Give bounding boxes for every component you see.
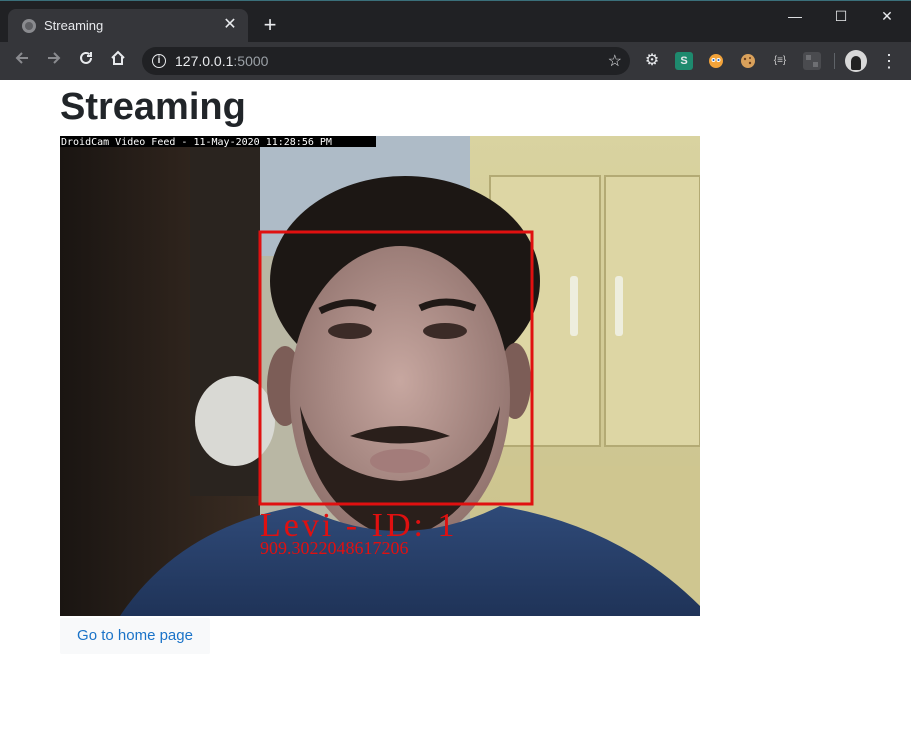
arrow-left-icon [15,52,28,64]
forward-button[interactable] [40,47,68,75]
tab-streaming[interactable]: Streaming ✕ [8,9,248,43]
detection-score-label: 909.3022048617206 [260,538,409,558]
url-host: 127.0.0.1 [175,53,234,69]
gear-extension-icon[interactable]: ⚙ [643,52,661,70]
video-stream: DroidCam Video Feed - 11-May-2020 11:28:… [60,136,700,616]
video-overlay-caption: DroidCam Video Feed - 11-May-2020 11:28:… [61,137,332,148]
close-window-button[interactable]: ✕ [864,1,910,33]
address-bar[interactable]: i 127.0.0.1:5000 ☆ [142,47,630,75]
webcam-frame: DroidCam Video Feed - 11-May-2020 11:28:… [60,136,700,616]
bookmark-star-icon[interactable]: ☆ [608,51,622,71]
cookie-icon [741,54,755,68]
home-page-link[interactable]: Go to home page [60,618,210,654]
reload-icon [80,51,92,64]
tab-title: Streaming [44,18,104,33]
profile-avatar[interactable] [845,50,867,72]
back-button[interactable] [8,47,36,75]
grid-extension-icon[interactable] [803,52,821,70]
new-tab-button[interactable]: + [258,13,282,37]
url-text[interactable]: 127.0.0.1:5000 [175,53,268,69]
json-extension-icon[interactable]: {≡} [771,52,789,70]
reload-button[interactable] [72,47,100,75]
home-button[interactable] [104,47,132,75]
cookie-extension-icon[interactable] [739,52,757,70]
tab-strip: Streaming ✕ + — ☐ ✕ [0,0,911,43]
info-icon[interactable]: i [152,54,166,68]
maximize-button[interactable]: ☐ [818,1,864,33]
face-extension-icon[interactable] [707,52,725,70]
close-tab-icon[interactable]: ✕ [220,15,240,35]
face-icon [709,54,723,68]
globe-icon [22,19,36,33]
toolbar-separator [834,53,835,69]
s-extension-icon[interactable]: S [675,52,693,70]
url-port: :5000 [233,53,269,69]
grid-icon [806,55,818,67]
minimize-button[interactable]: — [772,1,818,33]
home-icon [111,50,125,65]
menu-kebab-icon[interactable]: ⋮ [880,49,898,73]
arrow-right-icon [48,52,61,64]
browser-toolbar: i 127.0.0.1:5000 ☆ ⚙ S {≡} ⋮ [0,42,911,80]
page-title: Streaming [60,86,246,128]
